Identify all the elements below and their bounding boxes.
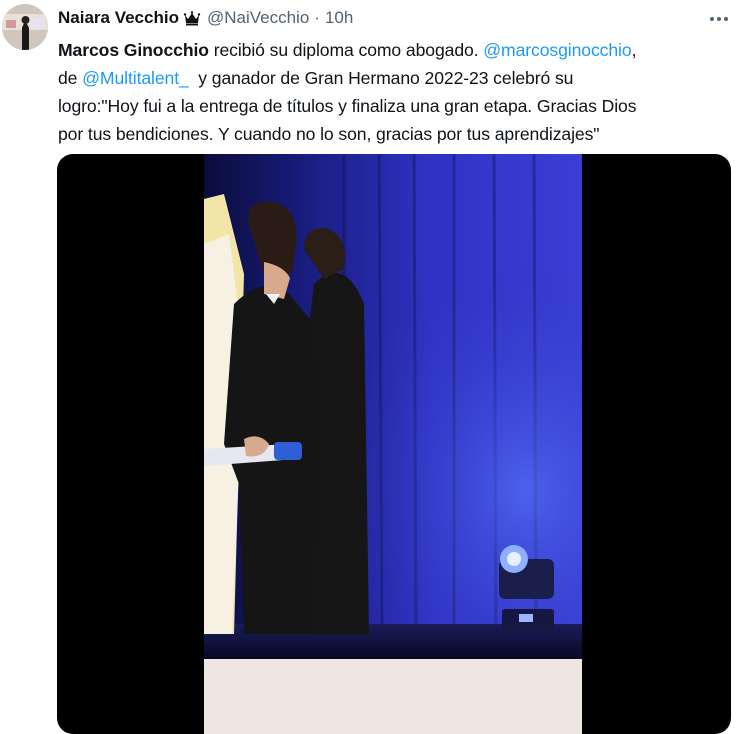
tweet-text-line-4: por tus bendiciones. Y cuando no lo son,…	[58, 124, 600, 144]
tweet[interactable]: Naiara Vecchio @NaiVecchio · 10h Marcos …	[0, 0, 746, 734]
text-segment: recibió su diploma como abogado.	[208, 40, 484, 60]
video-still	[204, 154, 582, 734]
author-name[interactable]: Naiara Vecchio	[58, 8, 179, 28]
tweet-text-line-1: Marcos Ginocchio recibió su diploma como…	[58, 36, 738, 64]
more-icon[interactable]	[708, 8, 730, 30]
text-segment: ,	[631, 40, 637, 60]
video-frame	[204, 154, 582, 734]
timestamp[interactable]: 10h	[325, 8, 353, 28]
tweet-text-line-3: logro:"Hoy fui a la entrega de títulos y…	[58, 96, 637, 116]
mention-link[interactable]: @marcosginocchio	[483, 40, 631, 60]
avatar-image	[2, 4, 48, 50]
tweet-header: Naiara Vecchio @NaiVecchio · 10h	[58, 6, 353, 30]
tweet-text-line-2: de @Multitalent_ y ganador de Gran Herma…	[58, 64, 738, 92]
bold-name: Marcos Ginocchio	[58, 40, 209, 60]
separator-dot: ·	[314, 8, 320, 27]
text-segment: y ganador de Gran Hermano 2022-23 celebr…	[188, 68, 574, 88]
mention-link[interactable]: @Multitalent_	[82, 68, 189, 88]
author-avatar[interactable]	[2, 4, 48, 50]
tweet-text: Marcos Ginocchio recibió su diploma como…	[58, 36, 738, 148]
author-handle[interactable]: @NaiVecchio	[207, 8, 309, 28]
text-segment: de	[58, 68, 83, 88]
tweet-video[interactable]	[57, 154, 731, 734]
crown-icon	[183, 9, 201, 27]
